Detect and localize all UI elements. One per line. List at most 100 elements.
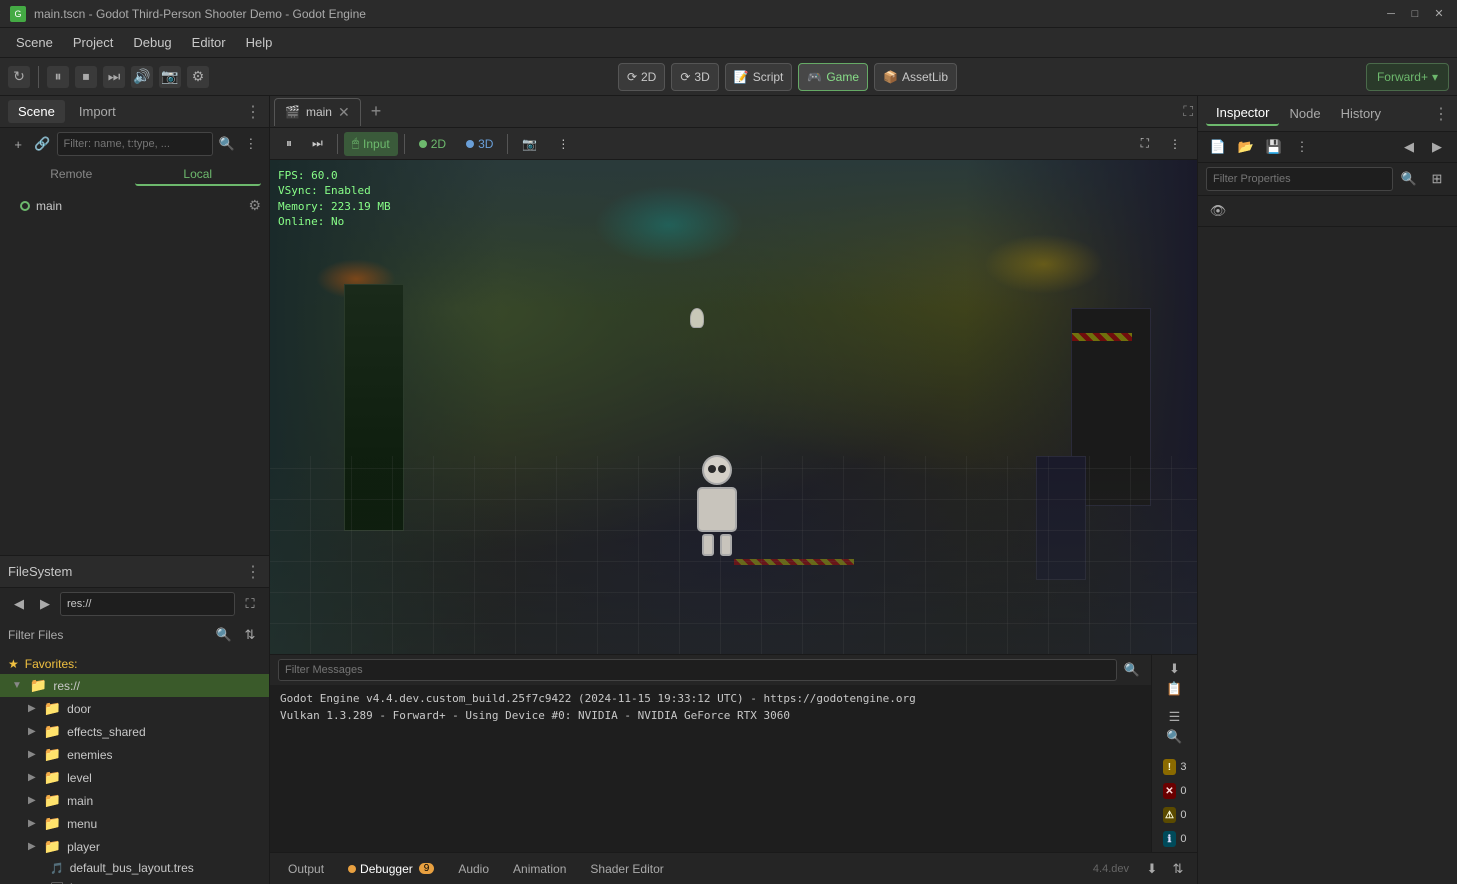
bottom-tab-audio[interactable]: Audio	[448, 858, 499, 880]
console-search-button[interactable]: 🔍	[1121, 659, 1143, 681]
inspector-tab-node[interactable]: Node	[1279, 102, 1330, 125]
maximize-button[interactable]: □	[1407, 6, 1423, 22]
bottom-layout-button[interactable]: ⬇	[1141, 858, 1163, 880]
fs-forward-button[interactable]: ▶	[34, 593, 56, 615]
inspector-tab-history[interactable]: History	[1331, 102, 1391, 125]
inspector-save[interactable]: 💾	[1262, 136, 1286, 158]
scene-more-button[interactable]: ⋮	[241, 133, 261, 155]
fs-item-icon[interactable]: 🖼 icon.png	[0, 878, 269, 884]
tab-close-main[interactable]: ✕	[338, 104, 350, 121]
workspace-assetlib-button[interactable]: 📦 AssetLib	[874, 63, 957, 91]
vp-pause-button[interactable]: ⏸	[278, 132, 300, 156]
console-warnings-button[interactable]: ! 3	[1157, 757, 1193, 777]
pause-button[interactable]: ⏸	[47, 66, 69, 88]
inspector-back[interactable]: ◀	[1397, 136, 1421, 158]
inspector-forward[interactable]: ▶	[1425, 136, 1449, 158]
bottom-tab-shader[interactable]: Shader Editor	[580, 858, 673, 880]
minimize-button[interactable]: ─	[1383, 6, 1399, 22]
vp-input-button[interactable]: 🖱 Input	[344, 132, 398, 156]
fs-back-button[interactable]: ◀	[8, 593, 30, 615]
menu-scene[interactable]: Scene	[8, 31, 61, 54]
step-button[interactable]: ⏭	[103, 66, 125, 88]
inspector-more[interactable]: ⋮	[1433, 104, 1449, 124]
workspace-game-button[interactable]: 🎮 Game	[798, 63, 868, 91]
editor-tab-main[interactable]: 🎬 main ✕	[274, 98, 361, 126]
link-node-button[interactable]: 🔗	[32, 133, 52, 155]
console-filter-toggle[interactable]: ☰	[1159, 709, 1191, 725]
workspace-script-button[interactable]: 📝 Script	[725, 63, 793, 91]
inspector-more-actions[interactable]: ⋮	[1290, 136, 1314, 158]
tree-item-main[interactable]: main ⚙	[0, 194, 269, 217]
fs-item-level[interactable]: ▶ 📁 level	[0, 766, 269, 789]
remote-tab[interactable]: Remote	[8, 164, 135, 186]
fs-filter-search[interactable]: 🔍	[213, 624, 235, 646]
console-info-button[interactable]: ℹ 0	[1157, 829, 1193, 849]
add-node-button[interactable]: +	[8, 133, 28, 155]
vp-3d-button[interactable]: 3D	[458, 132, 501, 156]
bottom-tab-debugger[interactable]: Debugger 9	[338, 858, 444, 880]
fs-filter-options[interactable]: ⇅	[239, 624, 261, 646]
fs-item-enemies[interactable]: ▶ 📁 enemies	[0, 743, 269, 766]
menu-debug[interactable]: Debug	[125, 31, 179, 54]
inspector-open[interactable]: 📂	[1234, 136, 1258, 158]
toolbar-separator-1	[38, 66, 39, 88]
fs-item-default-bus[interactable]: 🎵 default_bus_layout.tres	[0, 858, 269, 878]
console-errors-button[interactable]: ✕ 0	[1157, 781, 1193, 801]
inspector-object-icon[interactable]: 👁	[1206, 200, 1230, 222]
tab-scene[interactable]: Scene	[8, 100, 65, 123]
run-mode-button[interactable]: Forward+ ▾	[1366, 63, 1449, 91]
hud-overlay: FPS: 60.0 VSync: Enabled Memory: 223.19 …	[278, 168, 391, 230]
workspace-3d-button[interactable]: ⟳ 3D	[671, 63, 718, 91]
vp-fullscreen-button[interactable]: ⛶	[1133, 132, 1157, 156]
fs-item-menu[interactable]: ▶ 📁 menu	[0, 812, 269, 835]
stop-button[interactable]: ⏹	[75, 66, 97, 88]
fs-expand-button[interactable]: ⛶	[239, 593, 261, 615]
tab-import[interactable]: Import	[69, 100, 126, 123]
fs-item-effects[interactable]: ▶ 📁 effects_shared	[0, 720, 269, 743]
tab-add-button[interactable]: +	[363, 101, 390, 122]
fs-item-door[interactable]: ▶ 📁 door	[0, 697, 269, 720]
tab-expand-button[interactable]: ⛶	[1183, 103, 1193, 120]
refresh-button[interactable]: ↻	[8, 66, 30, 88]
node-options-main[interactable]: ⚙	[248, 197, 261, 214]
filesystem-more[interactable]: ⋮	[245, 562, 261, 582]
fs-path-input[interactable]	[60, 592, 235, 616]
menu-help[interactable]: Help	[238, 31, 281, 54]
bottom-tab-output[interactable]: Output	[278, 858, 334, 880]
vp-more-button[interactable]: ⋮	[549, 132, 577, 156]
bottom-options-button[interactable]: ⇅	[1167, 858, 1189, 880]
settings-button[interactable]: ⚙	[187, 66, 209, 88]
scene-panel-more[interactable]: ⋮	[245, 102, 261, 122]
audio-button[interactable]: 🔊	[131, 66, 153, 88]
menu-project[interactable]: Project	[65, 31, 121, 54]
hud-memory: Memory: 223.19 MB	[278, 199, 391, 214]
vp-options-button[interactable]: ⋮	[1161, 132, 1189, 156]
console-warn2-button[interactable]: ⚠ 0	[1157, 805, 1193, 825]
vp-step-button[interactable]: ⏭	[304, 132, 331, 156]
workspace-2d-button[interactable]: ⟳ 2D	[618, 63, 665, 91]
menu-editor[interactable]: Editor	[184, 31, 234, 54]
scene-filter-input[interactable]	[57, 132, 213, 156]
fs-item-res[interactable]: ▼ 📁 res://	[0, 674, 269, 697]
console-copy-button[interactable]: 📋	[1159, 681, 1191, 697]
console-filter-input[interactable]	[278, 659, 1117, 681]
scene-search-button[interactable]: 🔍	[217, 133, 237, 155]
fs-item-player[interactable]: ▶ 📁 player	[0, 835, 269, 858]
drone-body	[690, 308, 704, 328]
fs-label-main: main	[67, 794, 93, 808]
vp-2d-button[interactable]: 2D	[411, 132, 454, 156]
local-tab[interactable]: Local	[135, 164, 262, 186]
inspector-filter-input[interactable]	[1213, 173, 1386, 185]
inspector-new-scene[interactable]: 📄	[1206, 136, 1230, 158]
close-button[interactable]: ✕	[1431, 6, 1447, 22]
bottom-tab-animation[interactable]: Animation	[503, 858, 576, 880]
inspector-tab-inspector[interactable]: Inspector	[1206, 101, 1279, 126]
inspector-filter-options[interactable]: ⊞	[1425, 168, 1449, 190]
console-search-toggle[interactable]: 🔍	[1159, 729, 1191, 745]
inspector-filter-search[interactable]: 🔍	[1397, 168, 1421, 190]
camera-button[interactable]: 📷	[159, 66, 181, 88]
console-scroll-bottom[interactable]: ⬇	[1159, 661, 1191, 677]
inspector-filter-box[interactable]	[1206, 167, 1393, 191]
vp-camera-button[interactable]: 📷	[514, 132, 545, 156]
fs-item-main[interactable]: ▶ 📁 main	[0, 789, 269, 812]
